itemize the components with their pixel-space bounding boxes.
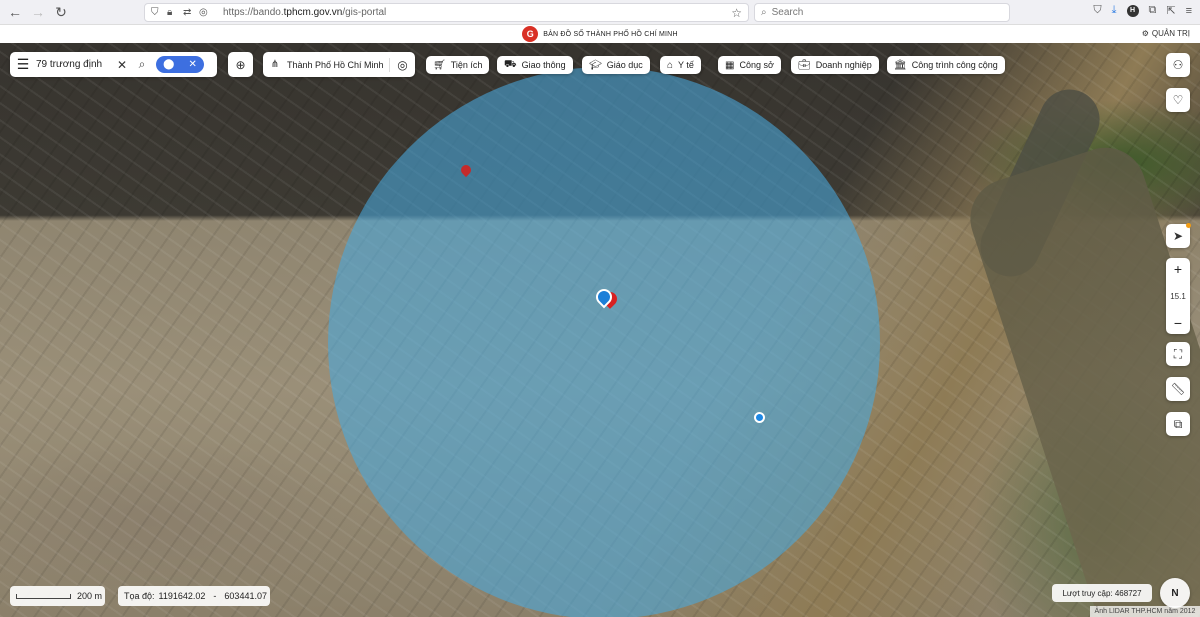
category-label: Công sở <box>739 60 774 70</box>
category-doanh-nghiep[interactable]: 💼︎ Doanh nghiệp <box>791 56 879 74</box>
pin-icon: ⬤ <box>163 59 175 70</box>
category-giao-duc[interactable]: 🎓︎ Giáo dục <box>582 56 650 74</box>
close-icon[interactable]: ✕ <box>189 59 197 70</box>
fullscreen-button[interactable]: ⛶ <box>1166 342 1190 366</box>
portal-title: BẢN ĐỒ SỐ THÀNH PHỐ HỒ CHÍ MINH <box>543 30 678 38</box>
imagery-attribution: Ảnh LIDAR THP.HCM năm 2012 <box>1090 606 1200 617</box>
lock-icon: 🔒︎ <box>167 7 173 18</box>
location-filter-pill[interactable]: ⬤ ✕ <box>156 56 204 73</box>
pocket-icon[interactable]: ⛉ <box>1093 4 1101 17</box>
category-tien-ich[interactable]: 🛒︎ Tiện ích <box>426 56 490 74</box>
bus-icon: ⛟ <box>504 58 517 70</box>
extensions-icon[interactable]: ⧉ <box>1149 4 1157 17</box>
admin-label: QUẢN TRỊ <box>1151 29 1190 38</box>
forward-arrow-icon[interactable]: → <box>27 1 49 23</box>
city-logo-icon: G <box>522 26 539 42</box>
compass-north-label: N <box>1171 587 1179 599</box>
shield-icon: ⛉ <box>151 7 159 18</box>
hospital-icon: ⌂ <box>667 59 674 71</box>
graduation-cap-icon: 🎓︎ <box>589 59 602 71</box>
compass-button[interactable]: N <box>1160 578 1190 608</box>
landmark-icon: 🏛︎ <box>894 59 907 71</box>
menu-icon[interactable]: ☰ <box>10 56 36 73</box>
visits-count: 468727 <box>1114 588 1142 598</box>
heart-icon: ♡ <box>1172 93 1184 107</box>
building-icon: ▦ <box>725 59 735 71</box>
search-radius-circle <box>328 67 880 617</box>
ruler-icon: 📏︎ <box>1170 382 1186 396</box>
category-cong-trinh-cong-cong[interactable]: 🏛︎ Công trình công cộng <box>887 56 1005 74</box>
zoom-control: + 15.1 − <box>1166 258 1190 334</box>
share-icon: ⚇ <box>1172 58 1184 72</box>
category-giao-thong[interactable]: ⛟ Giao thông <box>497 56 573 74</box>
visits-label: Lượt truy cập: <box>1062 588 1113 598</box>
coord-label: Tọa độ: <box>124 591 155 601</box>
reload-icon[interactable]: ↻ <box>50 1 72 23</box>
address-bar[interactable]: ⛉ 🔒︎ ⇄ ◎ https://bando.tphcm.gov.vn/gis-… <box>144 3 749 22</box>
scale-line <box>16 593 71 599</box>
share-icon[interactable]: ⇱ <box>1166 4 1175 17</box>
category-label: Y tế <box>678 60 694 70</box>
share-map-button[interactable]: ⚇ <box>1166 53 1190 77</box>
category-y-te[interactable]: ⌂ Y tế <box>660 56 701 74</box>
layers-button[interactable]: ⧉ <box>1166 412 1190 436</box>
coordinate-readout: Tọa độ: 1191642.02 - 603441.07 <box>118 586 270 606</box>
current-location-dot[interactable] <box>754 412 765 423</box>
category-label: Công trình công cộng <box>911 60 998 70</box>
zoom-out-button[interactable]: − <box>1174 315 1182 331</box>
search-input[interactable]: 79 trương định <box>36 59 112 70</box>
zoom-to-result-button[interactable]: ⊕ <box>228 52 253 77</box>
visit-counter: Lượt truy cập: 468727 <box>1052 584 1152 602</box>
scale-label: 200 m <box>77 591 103 601</box>
city-select[interactable]: ⋔ Thành Phố Hồ Chí Minh ◎ <box>263 52 415 77</box>
scale-bar: 200 m <box>10 586 105 606</box>
admin-link[interactable]: ⚙ QUẢN TRỊ <box>1142 29 1190 38</box>
hamburger-menu-icon[interactable]: ≡ <box>1186 5 1192 17</box>
category-cong-so[interactable]: ▦ Công sở <box>718 56 781 74</box>
category-label: Doanh nghiệp <box>815 60 872 70</box>
back-arrow-icon[interactable]: ← <box>4 1 26 23</box>
layers-icon: ⧉ <box>1173 416 1183 431</box>
coord-y: 603441.07 <box>224 591 267 601</box>
profile-avatar[interactable]: H <box>1126 4 1139 17</box>
search-icon: ⌕ <box>761 7 767 18</box>
search-icon[interactable]: ⌕ <box>132 57 152 72</box>
clear-icon[interactable]: ✕ <box>112 58 132 72</box>
cart-icon: 🛒︎ <box>433 59 446 71</box>
browser-right-icons: ⛉ ⤓ H ⧉ ⇱ ≡ <box>1093 4 1192 17</box>
permissions-icon: ⇄ <box>183 7 192 18</box>
magnify-plus-icon: ⊕ <box>235 57 246 72</box>
search-panel: ☰ 79 trương định ✕ ⌕ ⬤ ✕ <box>10 52 217 77</box>
gear-icon: ⚙ <box>1141 29 1149 38</box>
notification-dot <box>1186 223 1191 228</box>
map-canvas[interactable] <box>0 43 1200 617</box>
browser-toolbar: ← → ↻ ⛉ 🔒︎ ⇄ ◎ https://bando.tphcm.gov.v… <box>0 0 1200 25</box>
browser-search-input[interactable]: ⌕ Search <box>754 3 1010 22</box>
measure-button[interactable]: 📏︎ <box>1166 377 1190 401</box>
city-select-label: Thành Phố Hồ Chí Minh <box>287 59 384 70</box>
hierarchy-icon: ⋔ <box>270 59 280 70</box>
search-placeholder: Search <box>771 7 804 18</box>
fullscreen-icon: ⛶ <box>1173 346 1183 361</box>
zoom-level: 15.1 <box>1170 291 1186 301</box>
favorite-button[interactable]: ♡ <box>1166 88 1190 112</box>
bookmark-star-icon[interactable]: ☆ <box>731 6 742 20</box>
briefcase-icon: 💼︎ <box>798 59 811 71</box>
locate-target-icon[interactable]: ◎ <box>389 57 415 72</box>
coord-separator: - <box>213 591 217 601</box>
category-label: Giáo dục <box>606 60 643 70</box>
location-icon: ◎ <box>199 7 208 18</box>
zoom-in-button[interactable]: + <box>1174 261 1182 277</box>
portal-header: G BẢN ĐỒ SỐ THÀNH PHỐ HỒ CHÍ MINH ⚙ QUẢN… <box>0 25 1200 43</box>
navigation-arrow-icon: ➤ <box>1172 229 1184 243</box>
url-text: https://bando.tphcm.gov.vn/gis-portal <box>223 7 387 18</box>
category-label: Giao thông <box>521 60 566 70</box>
coord-x: 1191642.02 <box>158 591 206 601</box>
download-icon[interactable]: ⤓ <box>1112 4 1117 17</box>
category-label: Tiện ích <box>450 60 483 70</box>
